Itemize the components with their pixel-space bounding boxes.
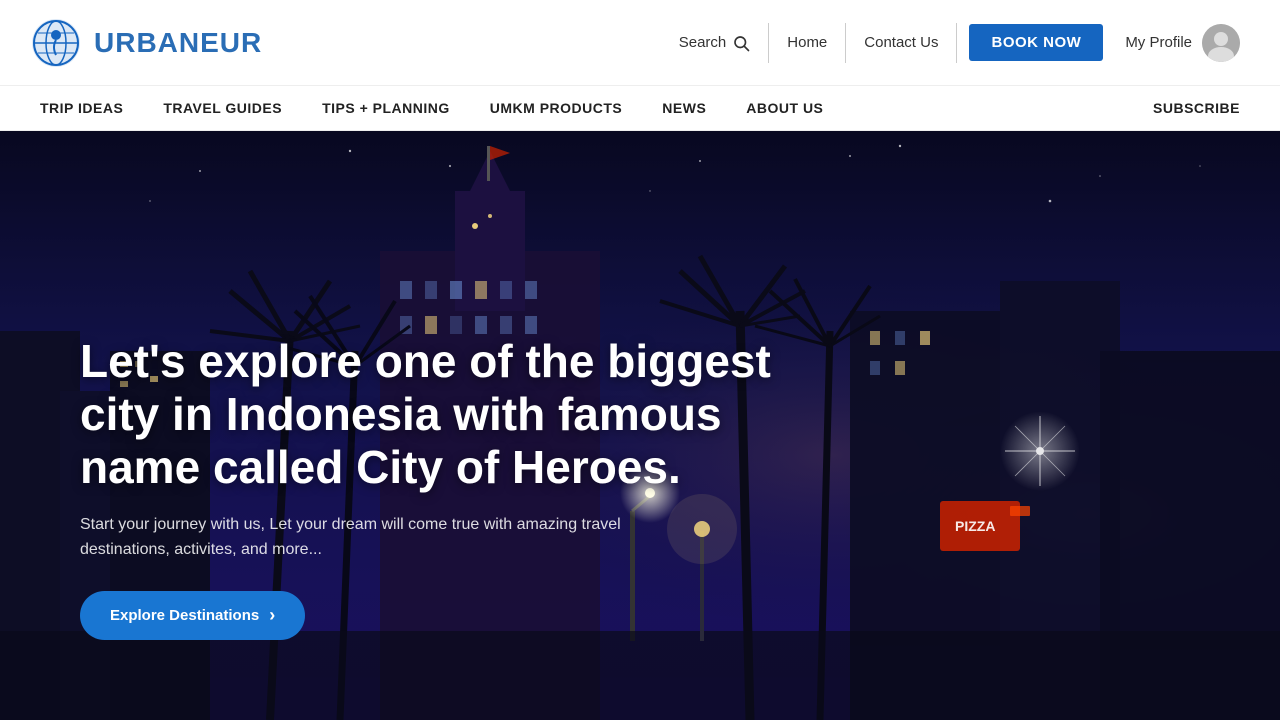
explore-btn-label: Explore Destinations [110, 607, 259, 624]
hero-content: Let's explore one of the biggest city in… [80, 335, 780, 640]
nav-item-about-us[interactable]: ABOUT US [726, 86, 843, 131]
nav-item-travel-guides[interactable]: TRAVEL GUIDES [143, 86, 302, 131]
nav-item-news[interactable]: NEWS [642, 86, 726, 131]
nav-item-trip-ideas[interactable]: TRIP IDEAS [20, 86, 143, 131]
profile-label: My Profile [1125, 34, 1192, 51]
home-nav-link[interactable]: Home [769, 23, 846, 63]
book-now-button[interactable]: BOOK NOW [969, 24, 1103, 61]
nav-item-umkm-products[interactable]: UMKM PRODUCTS [470, 86, 643, 131]
hero-section: PIZZA Let's explore one of the biggest c… [0, 131, 1280, 720]
my-profile-nav[interactable]: My Profile [1115, 23, 1250, 63]
subscribe-button[interactable]: SUBSCRIBE [1133, 100, 1260, 116]
search-icon [732, 34, 750, 52]
logo-globe-icon [30, 17, 82, 69]
nav-item-tips-planning[interactable]: TIPS + PLANNING [302, 86, 470, 131]
main-navbar: TRIP IDEAS TRAVEL GUIDES TIPS + PLANNING… [0, 85, 1280, 130]
arrow-icon: › [269, 605, 275, 626]
contact-label: Contact Us [864, 34, 938, 51]
header-right-nav: Search Home Contact Us BOOK NOW My Profi… [661, 23, 1250, 63]
hero-subtitle: Start your journey with us, Let your dre… [80, 512, 630, 563]
logo-wordmark: URBANEUR [94, 27, 262, 59]
contact-nav-link[interactable]: Contact Us [846, 23, 957, 63]
header-top-row: URBANEUR Search Home Contact Us BO [0, 0, 1280, 85]
avatar [1202, 24, 1240, 62]
hero-title: Let's explore one of the biggest city in… [80, 335, 780, 494]
search-label: Search [679, 34, 727, 51]
explore-destinations-button[interactable]: Explore Destinations › [80, 591, 305, 640]
logo-link[interactable]: URBANEUR [30, 17, 262, 69]
site-header: URBANEUR Search Home Contact Us BO [0, 0, 1280, 131]
avatar-icon [1202, 24, 1240, 62]
home-label: Home [787, 34, 827, 51]
search-trigger[interactable]: Search [661, 23, 770, 63]
